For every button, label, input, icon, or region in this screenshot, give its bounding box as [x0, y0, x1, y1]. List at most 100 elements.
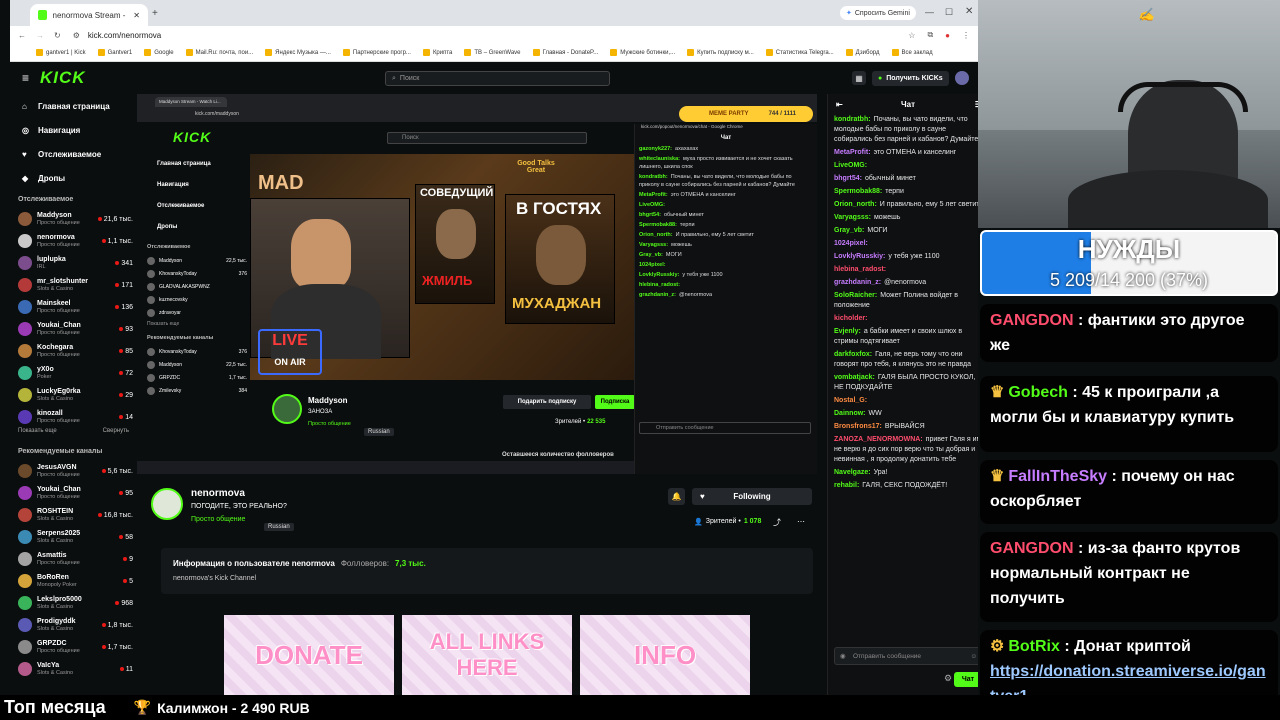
bookmark-item[interactable]: Дзиборд: [845, 49, 880, 56]
share-icon[interactable]: ⤴: [773, 517, 781, 528]
collapse-chat-icon[interactable]: ⇤: [836, 100, 843, 109]
sidebar-channel[interactable]: VaIcYa Slots & Casino 11: [10, 658, 137, 680]
chat-username[interactable]: Navelgaze:: [834, 469, 871, 476]
sidebar-channel[interactable]: Prodigyddk Slots & Casino 1,8 тыс.: [10, 614, 137, 636]
nav-item[interactable]: ⌂ Главная страница: [10, 94, 137, 118]
bookmark-item[interactable]: Яндекс Музыка —...: [265, 49, 331, 56]
chat-username[interactable]: kondratbh:: [834, 116, 871, 123]
search-input[interactable]: ⌕ Поиск: [385, 71, 610, 86]
banner-info[interactable]: INFO: [580, 615, 750, 695]
chat-username[interactable]: SoloRaicher:: [834, 292, 877, 299]
chat-username[interactable]: darkfoxfox:: [834, 351, 872, 358]
emoji-icon[interactable]: ☺: [970, 653, 977, 660]
bookmark-star-icon[interactable]: ☆: [908, 31, 915, 40]
active-tab[interactable]: nenormova Stream - Watch Live ✕: [30, 4, 148, 26]
channel-name[interactable]: nenormova: [191, 488, 245, 499]
sidebar-channel[interactable]: Youkai_Chan Просто общение 93: [10, 318, 137, 340]
chat-username[interactable]: Evjenly:: [834, 328, 861, 335]
sidebar-channel[interactable]: nenormova Просто общение 1,1 тыс.: [10, 230, 137, 252]
back-icon[interactable]: ←: [18, 31, 26, 40]
chat-username[interactable]: grazhdanin_z:: [834, 279, 881, 286]
site-info-icon[interactable]: ⚙: [73, 31, 80, 40]
bookmark-item[interactable]: Партнерские прогр...: [342, 49, 411, 56]
bookmark-item[interactable]: Все заклад: [891, 49, 933, 56]
channel-avatar[interactable]: [151, 488, 183, 520]
sidebar-channel[interactable]: mr_slotshunter Slots & Casino 171: [10, 274, 137, 296]
bookmark-item[interactable]: Мужские ботинки,...: [610, 49, 675, 56]
bookmark-item[interactable]: Главная - DonateP...: [532, 49, 598, 56]
kick-logo[interactable]: KICK: [40, 68, 86, 88]
sidebar-channel[interactable]: Asmattis Просто общение 9: [10, 548, 137, 570]
chat-username[interactable]: 1024pixel:: [834, 240, 868, 247]
sidebar-channel[interactable]: BoRoRen Monopoly Poker 5: [10, 570, 137, 592]
chat-username[interactable]: Dainnow:: [834, 410, 866, 417]
sidebar-channel[interactable]: Serpens2025 Slots & Casino 58: [10, 526, 137, 548]
chat-username[interactable]: MetaProfit:: [834, 149, 871, 156]
collapse-link[interactable]: Свернуть: [103, 428, 129, 442]
channel-category[interactable]: Просто общение: [191, 516, 245, 523]
new-tab-icon[interactable]: +: [152, 8, 158, 19]
sidebar-channel[interactable]: GRPZDC Просто общение 1,7 тыс.: [10, 636, 137, 658]
sidebar-channel[interactable]: JesusAVGN Просто общение 5,6 тыс.: [10, 460, 137, 482]
chat-input[interactable]: ◉ Отправить сообщение ☺: [834, 647, 978, 665]
gemini-button[interactable]: ✦ Спросить Gemini: [840, 6, 916, 20]
menu-icon[interactable]: ⋮: [962, 31, 970, 40]
chat-username[interactable]: Varyagsss:: [834, 214, 871, 221]
sidebar-channel[interactable]: yX0o Poker 72: [10, 362, 137, 384]
nav-item[interactable]: ♥ Отслеживаемое: [10, 142, 137, 166]
minimize-icon[interactable]: —: [925, 7, 934, 17]
sidebar-channel[interactable]: Kochegara Просто общение 85: [10, 340, 137, 362]
forward-icon[interactable]: →: [36, 31, 44, 40]
sidebar-channel[interactable]: ROSHTEIN Slots & Casino 16,8 тыс.: [10, 504, 137, 526]
bookmark-item[interactable]: Крипта: [422, 49, 452, 56]
chat-send-button[interactable]: Чат: [954, 672, 978, 687]
chat-username[interactable]: kicholder:: [834, 315, 867, 322]
sidebar-channel[interactable]: Youkai_Chan Просто общение 95: [10, 482, 137, 504]
notification-bell-icon[interactable]: 🔔: [668, 488, 685, 505]
sidebar-channel[interactable]: Lekslpro5000 Slots & Casino 968: [10, 592, 137, 614]
window-close-icon[interactable]: ✕: [965, 6, 973, 17]
bookmark-item[interactable]: TB – GreenWave: [464, 49, 521, 56]
reload-icon[interactable]: ↻: [54, 31, 61, 40]
following-button[interactable]: ♥ Following: [692, 488, 812, 505]
sidebar-channel[interactable]: LuckyEg0rka Slots & Casino 29: [10, 384, 137, 406]
stream-player[interactable]: Maddyson Stream - Watch Li... kick.com/m…: [137, 94, 817, 474]
chat-settings-icon[interactable]: ⚙: [944, 673, 952, 684]
bookmark-item[interactable]: Gantver1: [97, 49, 132, 56]
url-field[interactable]: kick.com/nenormova: [88, 31, 161, 40]
chat-emote-left-icon[interactable]: ◉: [840, 652, 846, 660]
chat-username[interactable]: Gray_vb:: [834, 227, 864, 234]
chat-username[interactable]: ZANOZA_NENORMOWNA:: [834, 436, 923, 443]
user-avatar[interactable]: [955, 71, 969, 85]
chat-username[interactable]: LiveOMG:: [834, 162, 867, 169]
chat-username[interactable]: Bronsfrons17:: [834, 423, 882, 430]
bookmark-item[interactable]: Google: [144, 49, 174, 56]
get-kicks-button[interactable]: ● Получить KICKs: [872, 71, 949, 86]
sidebar-channel[interactable]: Mainskeel Просто общение 136: [10, 296, 137, 318]
more-options-icon[interactable]: ⋯: [797, 517, 805, 526]
grid-icon[interactable]: ▦: [852, 71, 866, 85]
bookmark-item[interactable]: Mail.Ru: почта, пои...: [185, 49, 253, 56]
profile-avatar[interactable]: ●: [945, 31, 950, 40]
tab-close-icon[interactable]: ✕: [133, 11, 140, 20]
bookmark-item[interactable]: Статистика Telegra...: [765, 49, 834, 56]
chat-username[interactable]: LovklyRusskiy:: [834, 253, 885, 260]
banner-donate[interactable]: DONATE: [224, 615, 394, 695]
chat-username[interactable]: hlebina_radost:: [834, 266, 886, 273]
sidebar-channel[interactable]: kinozall Просто общение 14: [10, 406, 137, 428]
sidebar-channel[interactable]: luplupka IRL 341: [10, 252, 137, 274]
chat-username[interactable]: vombatjack:: [834, 374, 875, 381]
chat-username[interactable]: Orion_north:: [834, 201, 877, 208]
sidebar-channel[interactable]: Maddyson Просто общение 21,6 тыс.: [10, 208, 137, 230]
bookmark-item[interactable]: Купить подписку м...: [687, 49, 754, 56]
chat-username[interactable]: bhgrt54:: [834, 175, 862, 182]
chat-username[interactable]: Nostal_G:: [834, 397, 867, 404]
hamburger-menu-icon[interactable]: ≡: [22, 71, 29, 85]
show-more-link[interactable]: Показать еще: [18, 428, 57, 442]
nav-item[interactable]: ◎ Навигация: [10, 118, 137, 142]
extensions-icon[interactable]: ⧉: [927, 30, 933, 40]
chat-username[interactable]: Spermobak88:: [834, 188, 882, 195]
nav-item[interactable]: ◆ Дропы: [10, 166, 137, 190]
chat-username[interactable]: rehabil:: [834, 482, 859, 489]
maximize-icon[interactable]: ☐: [945, 7, 953, 18]
